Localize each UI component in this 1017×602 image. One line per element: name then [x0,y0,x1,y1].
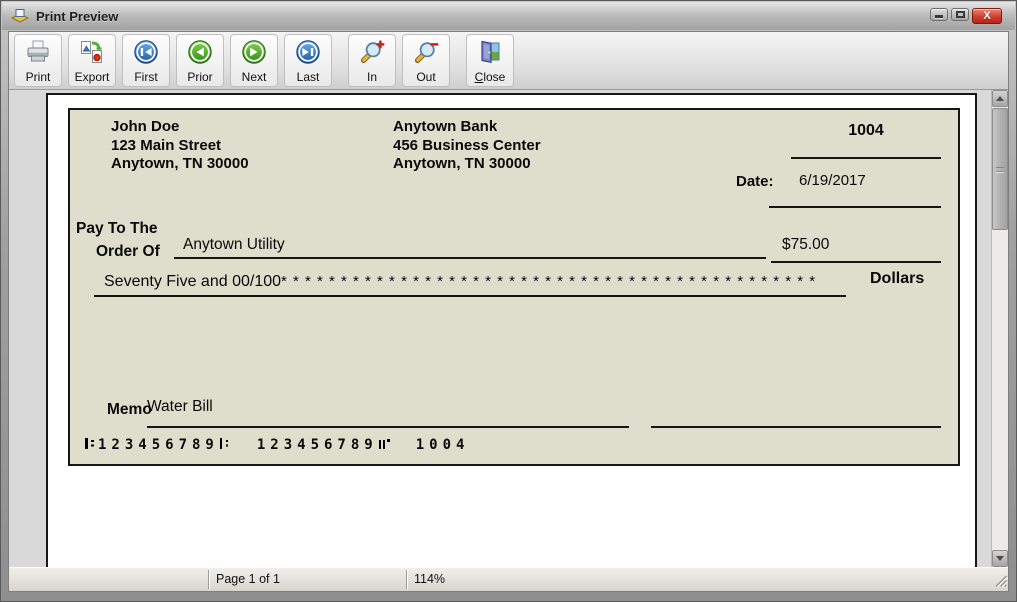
bank-address2: Anytown, TN 30000 [393,155,531,172]
export-icon [79,38,105,65]
zoom-in-button[interactable]: In [348,34,396,87]
zoom-out-button[interactable]: Out [402,34,450,87]
window-controls: X [930,8,1002,24]
export-button-label: Export [74,70,110,84]
last-button-label: Last [296,70,320,84]
amount-underline [771,261,941,263]
check-preview: John Doe 123 Main Street Anytown, TN 300… [68,108,960,466]
next-page-icon [241,38,267,65]
next-button-label: Next [241,70,267,84]
last-page-icon [295,38,321,65]
micr-routing: 123456789 [98,437,219,453]
payer-address2: Anytown, TN 30000 [111,155,249,172]
toolbar: Print Export First Prior Next Last In Ou… [9,32,1008,90]
payer-name: John Doe [111,118,180,135]
micr-onus-icon [378,438,390,449]
prior-button[interactable]: Prior [176,34,224,87]
micr-transit-icon [85,438,94,449]
preview-area[interactable]: John Doe 123 Main Street Anytown, TN 300… [9,90,1008,567]
scrollbar-thumb[interactable] [992,108,1008,230]
dollars-label: Dollars [870,270,925,287]
bank-address1: 456 Business Center [393,136,541,154]
prior-button-label: Prior [187,70,213,84]
minimize-button[interactable] [930,8,948,21]
payee-value: Anytown Utility [183,236,285,253]
close-window-button[interactable]: X [972,8,1002,24]
content-frame: Print Export First Prior Next Last In Ou… [8,31,1009,592]
bank-name: Anytown Bank [393,118,498,135]
next-button[interactable]: Next [230,34,278,87]
signature-underline [651,426,941,428]
first-page-icon [133,38,159,65]
maximize-button[interactable] [951,8,969,21]
triangle-up-icon [996,96,1004,101]
memo-value: Water Bill [147,398,213,415]
print-button-label: Print [25,70,51,84]
maximize-icon [955,11,965,18]
payer-block: John Doe 123 Main Street Anytown, TN 300… [111,118,249,174]
memo-underline [147,426,629,428]
amount-words-underline [94,295,846,297]
statusbar: Page 1 of 1 114% [9,567,1008,591]
window-title: Print Preview [36,8,119,24]
minimize-icon [935,15,943,18]
close-button-label: Close [474,70,506,84]
check-number: 1004 [848,122,884,139]
resize-grip[interactable] [994,574,1008,590]
date-label: Date: [736,173,774,190]
vertical-scrollbar[interactable] [991,90,1008,567]
triangle-down-icon [996,556,1004,561]
amount-words-fill: * * * * * * * * * * * * * * * * * * * * … [281,273,817,290]
titlebar[interactable]: Print Preview X [2,2,1015,30]
amount-words: Seventy Five and 00/100* * * * * * * * *… [104,273,817,290]
scroll-down-button[interactable] [992,550,1008,567]
zoom-out-button-label: Out [416,70,436,84]
statusbar-separator [406,570,408,589]
zoom-out-icon [413,38,439,65]
status-zoom-level: 114% [414,572,446,586]
close-button[interactable]: Close [466,34,514,87]
check-number-underline [791,157,941,159]
statusbar-separator [208,570,210,589]
date-value: 6/19/2017 [799,172,866,189]
payer-address1: 123 Main Street [111,136,222,154]
memo-label: Memo [107,401,152,418]
close-door-icon [477,38,503,65]
first-button-label: First [134,70,158,84]
first-button[interactable]: First [122,34,170,87]
micr-check-number: 1004 [415,437,470,453]
zoom-in-button-label: In [366,70,377,84]
scrollbar-thumb-grip [996,167,1004,172]
zoom-in-icon [359,38,385,65]
scroll-up-button[interactable] [992,90,1008,107]
status-page-info: Page 1 of 1 [216,572,280,586]
micr-account: 123456789 [256,437,378,453]
preview-page: John Doe 123 Main Street Anytown, TN 300… [46,93,977,567]
print-button[interactable]: Print [14,34,62,87]
printer-icon [25,38,51,65]
last-button[interactable]: Last [284,34,332,87]
print-preview-window: Print Preview X Print Export First Prior… [0,0,1017,602]
bank-block: Anytown Bank 456 Business Center Anytown… [393,118,541,174]
print-preview-icon [11,8,29,24]
pay-to-label: Pay To The Order Of [76,220,160,260]
micr-transit-icon [219,438,229,449]
payee-underline [174,257,766,259]
date-underline [769,206,941,208]
export-button[interactable]: Export [68,34,116,87]
prior-page-icon [187,38,213,65]
close-icon: X [983,9,991,22]
amount-value: $75.00 [782,236,830,253]
micr-line: 123456789 123456789 1004 [84,437,469,453]
